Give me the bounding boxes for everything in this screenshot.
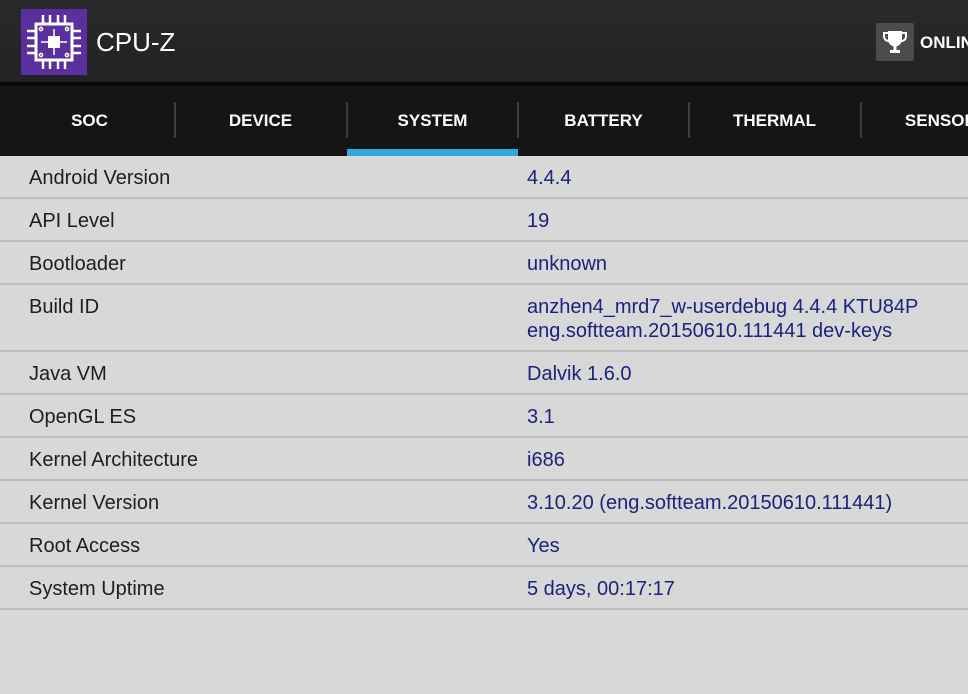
tab-divider bbox=[174, 102, 176, 138]
info-label: Kernel Version bbox=[29, 492, 160, 514]
info-value-line: eng.softteam.20150610.111441 dev-keys bbox=[527, 320, 893, 342]
tab-label: THERMAL bbox=[732, 111, 817, 130]
tab-thermal[interactable]: THERMAL bbox=[689, 86, 860, 156]
info-label: Root Access bbox=[29, 535, 141, 557]
tab-system[interactable]: SYSTEM bbox=[347, 86, 518, 156]
info-row: Java VM Dalvik 1.6.0 bbox=[0, 352, 968, 395]
info-label: API Level bbox=[29, 210, 115, 232]
info-value-line: 4.4.4 bbox=[527, 167, 572, 189]
info-value: unknown bbox=[527, 252, 957, 276]
info-row: OpenGL ES 3.1 bbox=[0, 395, 968, 438]
info-value: 3.1 bbox=[527, 405, 957, 429]
info-value-line: Dalvik 1.6.0 bbox=[527, 363, 632, 385]
info-value-line: unknown bbox=[527, 253, 608, 275]
tab-divider bbox=[517, 102, 519, 138]
info-label: Android Version bbox=[29, 167, 171, 189]
tab-soc[interactable]: SOC bbox=[4, 86, 175, 156]
trophy-icon bbox=[876, 23, 914, 61]
tab-label: SYSTEM bbox=[397, 111, 468, 130]
action-bar: CPU-Z ONLINE bbox=[0, 0, 968, 82]
tab-divider bbox=[860, 102, 862, 138]
tab-sensors[interactable]: SENSORS bbox=[861, 86, 968, 156]
info-value: 19 bbox=[527, 209, 957, 233]
chip-icon[interactable] bbox=[21, 9, 87, 75]
info-label: System Uptime bbox=[29, 578, 165, 600]
system-info-list: Android Version 4.4.4 API Level 19 Bootloade… bbox=[0, 156, 968, 610]
info-row: Bootloader unknown bbox=[0, 242, 968, 285]
info-row: System Uptime 5 days, 00:17:17 bbox=[0, 567, 968, 610]
online-button[interactable]: ONLINE bbox=[876, 22, 968, 62]
online-label: ONLINE bbox=[920, 33, 968, 52]
active-tab-indicator bbox=[347, 149, 518, 156]
tab-bar: SOC DEVICE SYSTEM BATTERY THERMAL SENSORS bbox=[0, 82, 968, 156]
info-value-line: 19 bbox=[527, 210, 550, 232]
tab-label: SENSORS bbox=[904, 111, 968, 130]
info-row: Root Access Yes bbox=[0, 524, 968, 567]
info-row: Build ID anzhen4_mrd7_w-userdebug 4.4.4 K… bbox=[0, 285, 968, 352]
info-value-line: i686 bbox=[527, 449, 565, 471]
tab-label: BATTERY bbox=[564, 111, 643, 130]
info-row: API Level 19 bbox=[0, 199, 968, 242]
info-label: Bootloader bbox=[29, 253, 126, 275]
tab-device[interactable]: DEVICE bbox=[175, 86, 346, 156]
info-label: Java VM bbox=[29, 363, 107, 385]
info-row: Android Version 4.4.4 bbox=[0, 156, 968, 199]
info-value: 5 days, 00:17:17 bbox=[527, 577, 957, 601]
info-value: 3.10.20 (eng.softteam.20150610.111441) bbox=[527, 491, 957, 515]
app-title: CPU-Z bbox=[96, 27, 176, 57]
info-value: 4.4.4 bbox=[527, 166, 957, 190]
info-label: Kernel Architecture bbox=[29, 449, 198, 471]
info-row: Kernel Version 3.10.20 (eng.softteam.2015… bbox=[0, 481, 968, 524]
info-value: Dalvik 1.6.0 bbox=[527, 362, 957, 386]
info-label: Build ID bbox=[29, 296, 100, 318]
info-value: i686 bbox=[527, 448, 957, 472]
tab-label: SOC bbox=[71, 111, 108, 130]
info-value: anzhen4_mrd7_w-userdebug 4.4.4 KTU84P eng… bbox=[527, 295, 957, 343]
info-value-line: 3.1 bbox=[527, 406, 555, 428]
cpu-z-app: CPU-Z ONLINE SOC DEVICE SYSTEM BATTERY THERM… bbox=[0, 0, 968, 694]
tab-divider bbox=[688, 102, 690, 138]
tab-divider bbox=[346, 102, 348, 138]
info-value-line: anzhen4_mrd7_w-userdebug 4.4.4 KTU84P bbox=[527, 296, 919, 318]
info-value-line: 5 days, 00:17:17 bbox=[527, 578, 675, 600]
tab-label: DEVICE bbox=[228, 111, 293, 130]
info-row: Kernel Architecture i686 bbox=[0, 438, 968, 481]
info-value-line: Yes bbox=[527, 535, 560, 557]
info-value-line: 3.10.20 (eng.softteam.20150610.111441) bbox=[527, 492, 893, 514]
tab-battery[interactable]: BATTERY bbox=[518, 86, 689, 156]
info-label: OpenGL ES bbox=[29, 406, 137, 428]
info-value: Yes bbox=[527, 534, 957, 558]
